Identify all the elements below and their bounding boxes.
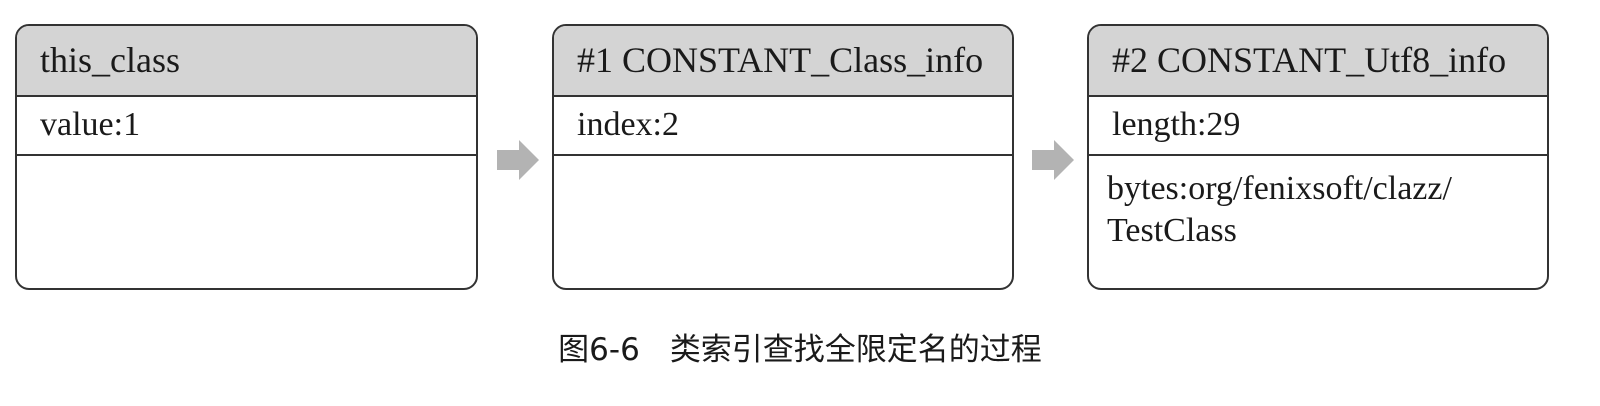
this-class-value-row: value:1: [17, 97, 476, 156]
constant-class-info-header: #1 CONSTANT_Class_info: [554, 26, 1012, 97]
right-arrow-icon: [497, 140, 539, 180]
constant-utf8-info-header: #2 CONSTANT_Utf8_info: [1089, 26, 1547, 97]
bytes-line: bytes:org/fenixsoft/clazz/: [1107, 170, 1452, 207]
constant-utf8-info-box: #2 CONSTANT_Utf8_info length:29 bytes:or…: [1087, 24, 1549, 290]
constant-class-info-index-row: index:2: [554, 97, 1012, 156]
constant-utf8-info-length-row: length:29: [1089, 97, 1547, 156]
bytes-line: TestClass: [1107, 212, 1237, 249]
this-class-box: this_class value:1: [15, 24, 478, 290]
figure-title: 类索引查找全限定名的过程: [669, 332, 1042, 368]
this-class-header: this_class: [17, 26, 476, 97]
right-arrow-icon: [1032, 140, 1074, 180]
figure-caption: 图6-6 类索引查找全限定名的过程: [0, 330, 1600, 370]
this-class-body: [17, 156, 476, 168]
constant-class-info-body: [554, 156, 1012, 168]
constant-utf8-info-bytes: bytes:org/fenixsoft/clazz/ TestClass: [1089, 156, 1547, 252]
constant-class-info-box: #1 CONSTANT_Class_info index:2: [552, 24, 1014, 290]
figure-number: 图6-6: [558, 332, 640, 368]
